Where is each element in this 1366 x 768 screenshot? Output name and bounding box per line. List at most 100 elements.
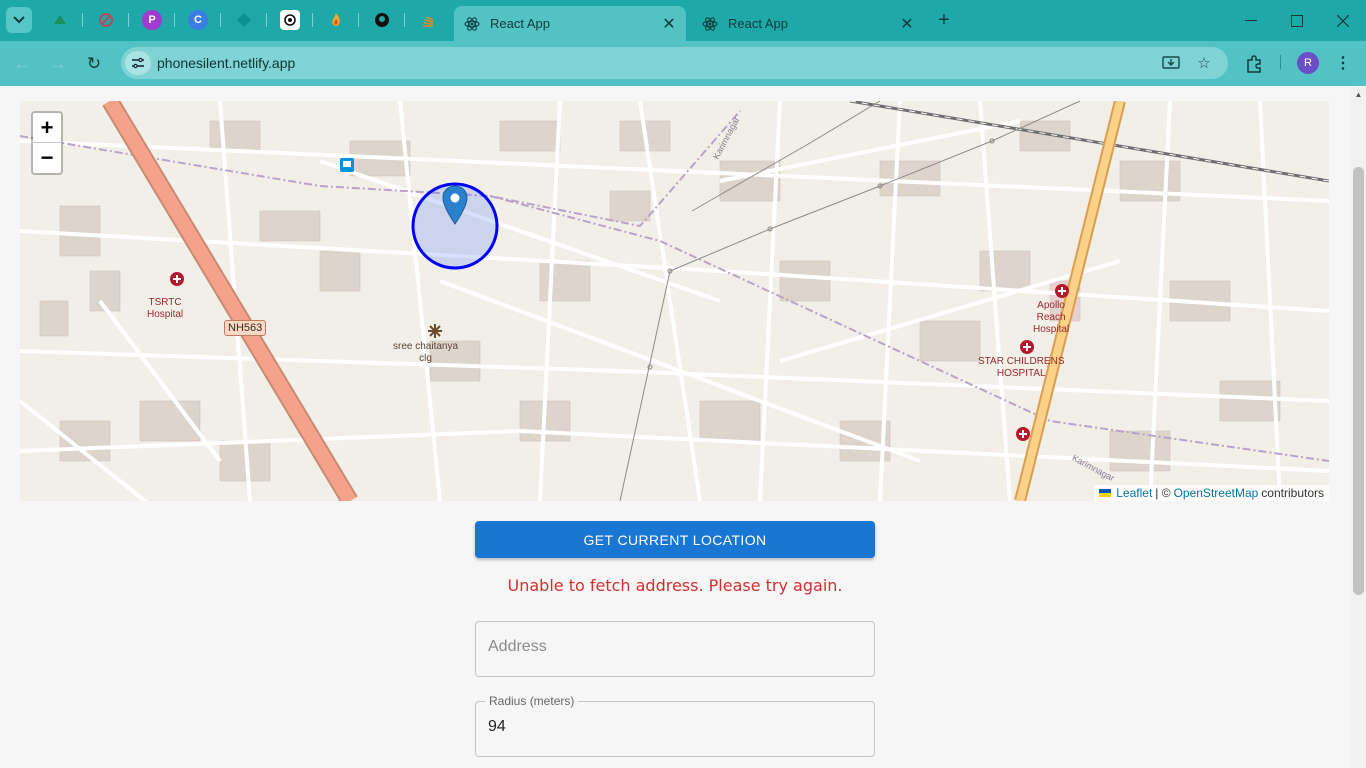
radius-input[interactable] — [488, 718, 858, 736]
address-field[interactable] — [475, 621, 875, 677]
c-logo-icon: C — [194, 14, 202, 26]
maximize-button[interactable] — [1274, 0, 1320, 41]
tab-separator — [312, 13, 313, 27]
close-tab-icon[interactable]: ✕ — [898, 15, 916, 33]
tab-separator — [404, 13, 405, 27]
site-info-button[interactable] — [125, 51, 151, 75]
attribution-contributors: contributors — [1261, 486, 1324, 500]
chevron-down-icon — [13, 16, 25, 24]
tab-title: React App — [728, 16, 788, 31]
tab-separator — [174, 13, 175, 27]
tab-react-app-active[interactable]: React App ✕ — [454, 6, 686, 41]
hospital-icon — [1016, 427, 1030, 441]
address-input[interactable] — [488, 638, 858, 656]
tab-separator — [82, 13, 83, 27]
close-icon — [1337, 14, 1349, 27]
tune-icon — [132, 57, 144, 69]
college-icon — [428, 324, 442, 338]
avatar-initial: R — [1304, 57, 1312, 69]
back-button[interactable]: ← — [9, 51, 35, 77]
radius-field[interactable]: Radius (meters) — [475, 694, 875, 757]
map-label-tsrtc-hospital: TSRTC Hospital — [147, 297, 184, 320]
plus-icon: + — [938, 8, 950, 31]
install-app-button[interactable] — [1161, 53, 1181, 73]
reload-icon: ↻ — [86, 54, 102, 73]
star-icon: ☆ — [1197, 55, 1211, 72]
react-icon — [702, 16, 718, 31]
tab-separator — [220, 13, 221, 27]
stack-icon — [423, 16, 434, 27]
hospital-icon — [1055, 284, 1069, 298]
pinned-tab-5[interactable] — [234, 10, 254, 30]
zoom-out-button[interactable]: − — [33, 143, 61, 173]
pinned-tab-4[interactable]: C — [188, 10, 208, 30]
maximize-icon — [1291, 14, 1303, 27]
ukraine-flag-icon — [1099, 489, 1112, 497]
leaflet-link[interactable]: Leaflet — [1116, 486, 1152, 500]
p-logo-icon: P — [148, 14, 156, 26]
extensions-button[interactable] — [1244, 54, 1264, 74]
map-label-star-childrens-hospital: STAR CHILDRENS HOSPITAL — [978, 356, 1065, 379]
url-text[interactable]: phonesilent.netlify.app — [157, 55, 295, 71]
address-bar[interactable]: phonesilent.netlify.app ☆ — [121, 47, 1228, 79]
error-message: Unable to fetch address. Please try agai… — [507, 576, 843, 595]
tab-react-app[interactable]: React App ✕ — [692, 6, 924, 41]
flame-icon — [332, 13, 340, 27]
map-tiles — [20, 101, 1329, 501]
tab-separator — [358, 13, 359, 27]
arrow-left-icon: ← — [13, 54, 31, 73]
openstreetmap-link[interactable]: OpenStreetMap — [1174, 486, 1259, 500]
hospital-icon — [1020, 340, 1034, 354]
map-container[interactable]: TSRTC Hospital NH563 sree chaitanya clg … — [20, 101, 1329, 501]
green-app-icon — [54, 15, 66, 24]
new-tab-button[interactable]: + — [933, 9, 955, 31]
pinned-tab-3[interactable]: P — [142, 10, 162, 30]
zoom-control: + − — [31, 111, 63, 175]
tab-search-button[interactable] — [6, 7, 32, 33]
pinned-tab-7[interactable] — [326, 10, 346, 30]
map-label-college: sree chaitanya clg — [393, 341, 459, 364]
close-tab-icon[interactable]: ✕ — [660, 15, 678, 33]
tab-title: React App — [490, 16, 550, 31]
road-shield-nh563: NH563 — [224, 320, 267, 336]
diamond-icon — [237, 13, 251, 27]
github-icon — [375, 13, 389, 27]
blocked-icon — [99, 13, 113, 27]
tab-separator — [128, 13, 129, 27]
radius-label: Radius (meters) — [485, 694, 579, 708]
arrow-right-icon: → — [49, 54, 67, 73]
get-current-location-button[interactable]: GET CURRENT LOCATION — [475, 521, 875, 558]
puzzle-icon — [1247, 55, 1261, 73]
browser-toolbar: ← → ↻ phonesilent.netlify.app ☆ R ⋮ — [0, 41, 1366, 86]
install-icon — [1162, 56, 1180, 69]
pinned-tab-8[interactable] — [372, 10, 392, 30]
hospital-icon — [170, 272, 184, 286]
scroll-up-arrow-icon[interactable]: ▲ — [1354, 90, 1363, 99]
kebab-menu-icon: ⋮ — [1335, 55, 1351, 72]
pinned-tab-6[interactable] — [280, 10, 300, 30]
toolbar-separator — [1280, 55, 1281, 69]
pinned-tab-1[interactable] — [50, 10, 70, 30]
minimize-icon — [1245, 19, 1257, 21]
pinned-tab-2[interactable] — [96, 10, 116, 30]
vertical-scrollbar[interactable]: ▲ — [1351, 86, 1366, 768]
chatgpt-icon — [284, 14, 296, 26]
forward-button[interactable]: → — [45, 51, 71, 77]
bookmark-button[interactable]: ☆ — [1194, 53, 1214, 73]
page-viewport: TSRTC Hospital NH563 sree chaitanya clg … — [0, 86, 1366, 768]
map-attribution: Leaflet | © OpenStreetMap contributors — [1094, 485, 1329, 501]
minimize-button[interactable] — [1228, 0, 1274, 41]
profile-avatar[interactable]: R — [1297, 52, 1319, 74]
scrollbar-thumb[interactable] — [1353, 167, 1364, 595]
zoom-in-button[interactable]: + — [33, 113, 61, 143]
close-window-button[interactable] — [1320, 0, 1366, 41]
browser-menu-button[interactable]: ⋮ — [1333, 52, 1353, 74]
attribution-separator: | © — [1155, 486, 1171, 500]
tab-separator — [266, 13, 267, 27]
react-icon — [464, 16, 480, 31]
reload-button[interactable]: ↻ — [81, 51, 107, 77]
map-label-apollo-hospital: Apollo Reach Hospital — [1033, 300, 1070, 335]
pinned-tab-9[interactable] — [418, 10, 438, 30]
bus-stop-icon — [340, 158, 354, 172]
browser-tab-bar: P C React App ✕ React App ✕ + — [0, 0, 1366, 41]
